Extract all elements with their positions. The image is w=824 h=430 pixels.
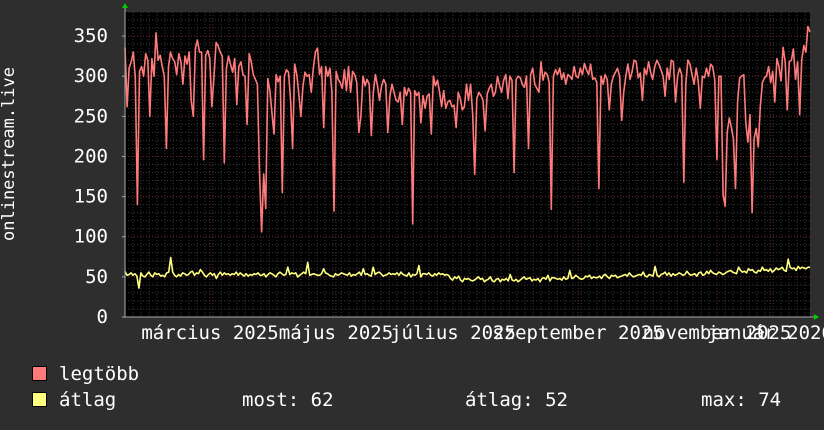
stat-max: max: 74 xyxy=(701,389,782,411)
y-axis-arrow xyxy=(122,3,128,8)
legend-swatch-max xyxy=(32,366,47,381)
stat-now: most: 62 xyxy=(242,389,334,411)
y-tick-label: 0 xyxy=(97,306,108,328)
stat-average: átlag: 52 xyxy=(465,389,568,411)
y-tick-label: 200 xyxy=(74,145,108,167)
y-tick-label: 250 xyxy=(74,105,108,127)
x-tick-label: január 2026 xyxy=(707,322,824,344)
legend-item-avg: átlag xyxy=(32,389,116,411)
y-tick-label: 300 xyxy=(74,65,108,87)
y-tick-label: 350 xyxy=(74,25,108,47)
y-tick-label: 50 xyxy=(85,266,108,288)
y-axis-label: onlinestream.live xyxy=(0,67,19,241)
x-tick-label: szeptember 2025 xyxy=(492,322,664,344)
y-tick-label: 150 xyxy=(74,186,108,208)
legend-label-avg: átlag xyxy=(59,389,117,411)
y-tick-label: 100 xyxy=(74,226,108,248)
x-tick-label: március 2025 xyxy=(141,322,278,344)
x-axis-arrow xyxy=(814,314,819,320)
legend-item-max: legtöbb xyxy=(32,363,139,385)
legend-swatch-avg xyxy=(32,392,47,407)
legend-label-max: legtöbb xyxy=(59,363,140,385)
x-tick-label: május 2025 xyxy=(279,322,393,344)
